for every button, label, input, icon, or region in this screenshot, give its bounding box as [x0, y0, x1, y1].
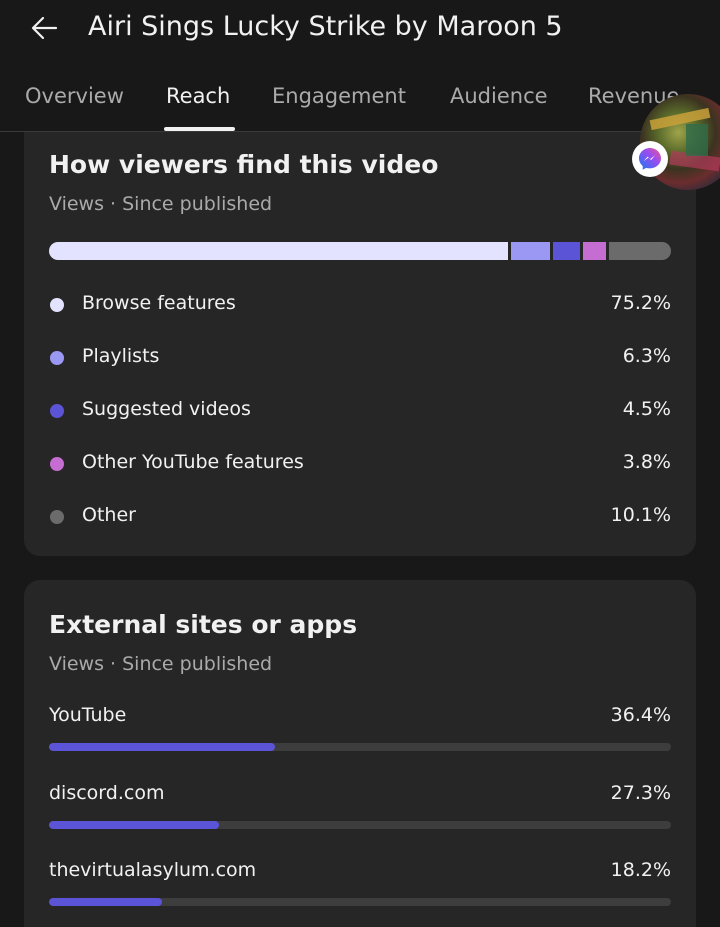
- legend-label: Browse features: [82, 292, 236, 314]
- site-value: 18.2%: [610, 859, 671, 881]
- page-title: Airi Sings Lucky Strike by Maroon 5: [88, 11, 563, 42]
- site-label: thevirtualasylum.com: [49, 859, 257, 881]
- messenger-icon[interactable]: [632, 141, 668, 177]
- traffic-sources-card: How viewers find this video Views · Sinc…: [24, 132, 696, 556]
- legend-row[interactable]: Suggested videos 4.5%: [49, 396, 671, 426]
- tab-overview[interactable]: Overview: [25, 84, 124, 108]
- site-bar-track: [49, 743, 671, 751]
- site-row[interactable]: thevirtualasylum.com 18.2%: [49, 859, 671, 919]
- legend-row[interactable]: Browse features 75.2%: [49, 290, 671, 320]
- active-tab-indicator: [164, 127, 235, 131]
- legend-label: Other: [82, 504, 136, 526]
- card-subtitle: Views · Since published: [49, 653, 273, 675]
- legend-row[interactable]: Playlists 6.3%: [49, 343, 671, 373]
- legend-label: Suggested videos: [82, 398, 251, 420]
- site-row[interactable]: YouTube 36.4%: [49, 704, 671, 764]
- site-bar-track: [49, 898, 671, 906]
- back-button[interactable]: [24, 8, 64, 48]
- stacked-bar-segment: [511, 242, 550, 260]
- tab-reach[interactable]: Reach: [166, 84, 230, 108]
- legend-dot: [50, 351, 64, 365]
- top-app-bar: Airi Sings Lucky Strike by Maroon 5: [0, 0, 720, 60]
- site-bar-fill: [49, 898, 163, 906]
- card-title: How viewers find this video: [49, 150, 439, 179]
- site-row[interactable]: discord.com 27.3%: [49, 782, 671, 842]
- legend-value: 10.1%: [610, 504, 671, 526]
- tab-engagement[interactable]: Engagement: [272, 84, 406, 108]
- external-sites-card: External sites or apps Views · Since pub…: [24, 580, 696, 927]
- legend-dot: [50, 510, 64, 524]
- legend-value: 75.2%: [610, 292, 671, 314]
- legend-value: 3.8%: [622, 451, 671, 473]
- legend-label: Other YouTube features: [82, 451, 304, 473]
- tab-audience[interactable]: Audience: [450, 84, 548, 108]
- card-title: External sites or apps: [49, 610, 358, 639]
- site-value: 27.3%: [610, 782, 671, 804]
- legend-dot: [50, 298, 64, 312]
- arrow-left-icon: [31, 16, 58, 40]
- site-label: discord.com: [49, 782, 165, 804]
- traffic-sources-stacked-bar: [49, 242, 671, 260]
- stacked-bar-segment: [609, 242, 671, 260]
- legend-value: 6.3%: [622, 345, 671, 367]
- legend-dot: [50, 457, 64, 471]
- legend-value: 4.5%: [622, 398, 671, 420]
- legend-dot: [50, 404, 64, 418]
- stacked-bar-segment: [552, 242, 581, 260]
- tab-bar: Overview Reach Engagement Audience Reven…: [0, 66, 720, 132]
- card-subtitle: Views · Since published: [49, 193, 273, 215]
- site-bar-fill: [49, 821, 219, 829]
- legend-row[interactable]: Other 10.1%: [49, 502, 671, 532]
- site-bar-fill: [49, 743, 276, 751]
- site-value: 36.4%: [610, 704, 671, 726]
- stacked-bar-segment: [583, 242, 607, 260]
- site-bar-track: [49, 821, 671, 829]
- site-label: YouTube: [49, 704, 127, 726]
- messenger-glyph-icon: [639, 148, 661, 170]
- legend-label: Playlists: [82, 345, 160, 367]
- legend-row[interactable]: Other YouTube features 3.8%: [49, 449, 671, 479]
- stacked-bar-segment: [49, 242, 509, 260]
